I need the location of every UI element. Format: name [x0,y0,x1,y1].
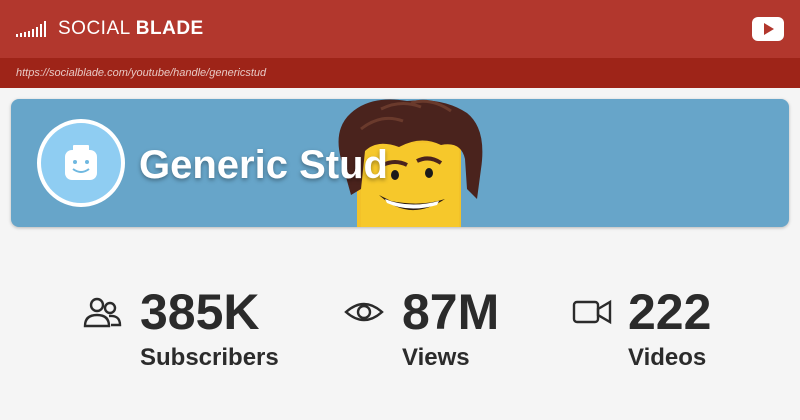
url-bar: https://socialblade.com/youtube/handle/g… [0,58,800,88]
channel-banner: Generic Stud [11,99,789,227]
subscribers-label: Subscribers [140,344,279,371]
channel-name: Generic Stud [139,143,388,187]
lego-head-icon [65,145,97,180]
video-camera-icon [572,299,612,325]
views-stat: 87M Views [344,284,544,374]
youtube-icon[interactable] [752,17,784,41]
page-url[interactable]: https://socialblade.com/youtube/handle/g… [16,67,266,79]
avatar[interactable] [37,119,125,207]
videos-stat: 222 Videos [570,284,770,374]
signal-bars-icon [16,21,48,37]
videos-label: Videos [628,344,707,371]
subscribers-stat: 385K Subscribers [80,284,310,374]
eye-icon [344,302,384,322]
brand-bold: BLADE [135,18,204,39]
views-label: Views [402,344,470,371]
top-bar: SOCIAL BLADE [0,0,800,58]
users-icon [83,297,122,328]
brand-light: SOCIAL [58,18,136,39]
social-blade-logo[interactable]: SOCIAL BLADE [16,18,204,40]
subscribers-value: 385K [140,284,260,340]
videos-value: 222 [628,284,712,340]
views-value: 87M [402,284,500,340]
brand-name: SOCIAL BLADE [58,18,204,40]
